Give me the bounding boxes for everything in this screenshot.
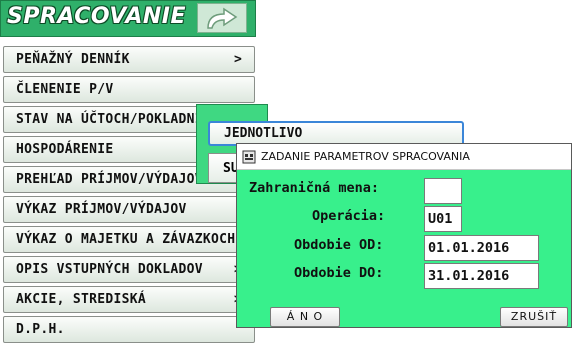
submenu-item-label: JEDNOTLIVO <box>224 126 303 141</box>
currency-field[interactable] <box>424 178 462 204</box>
app-window-icon <box>242 150 256 168</box>
arrow-right-icon[interactable] <box>197 3 247 33</box>
period-from-label: Obdobie OD: <box>294 237 384 253</box>
menu-item-opis-dokladov[interactable]: OPIS VSTUPNÝCH DOKLADOV > <box>3 256 255 283</box>
ok-button[interactable]: Á N O <box>270 307 340 327</box>
menu-item-label: VÝKAZ PRÍJMOV/VÝDAJOV <box>16 202 187 217</box>
app-header: SPRACOVANIE <box>0 0 256 37</box>
menu-item-vykaz-prijmov[interactable]: VÝKAZ PRÍJMOV/VÝDAJOV <box>3 196 255 223</box>
parameters-dialog: ZADANIE PARAMETROV SPRACOVANIA Zahraničn… <box>236 143 572 328</box>
menu-item-label: PREHĽAD PRÍJMOV/VÝDAJOV <box>16 172 203 187</box>
menu-item-clenenie[interactable]: ČLENENIE P/V <box>3 76 255 103</box>
operation-label: Operácia: <box>312 208 386 224</box>
operation-field[interactable]: U01 <box>424 206 462 232</box>
chevron-right-icon: > <box>234 52 243 67</box>
menu-item-label: ČLENENIE P/V <box>16 82 114 97</box>
dialog-titlebar[interactable]: ZADANIE PARAMETROV SPRACOVANIA <box>237 144 571 170</box>
page-title: SPRACOVANIE <box>7 4 187 29</box>
menu-item-label: AKCIE, STREDISKÁ <box>16 292 147 307</box>
period-to-label: Obdobie DO: <box>294 265 384 281</box>
menu-item-akcie-strediska[interactable]: AKCIE, STREDISKÁ > <box>3 286 255 313</box>
menu-item-penazny-dennik[interactable]: PEŇAŽNÝ DENNÍK > <box>3 46 255 73</box>
currency-label: Zahraničná mena: <box>249 180 380 196</box>
period-from-field[interactable]: 01.01.2016 <box>424 235 539 261</box>
dialog-title: ZADANIE PARAMETROV SPRACOVANIA <box>261 150 470 163</box>
menu-item-vykaz-o-majetku[interactable]: VÝKAZ O MAJETKU A ZÁVAZKOCH <box>3 226 255 253</box>
menu-item-label: VÝKAZ O MAJETKU A ZÁVAZKOCH <box>16 232 236 247</box>
menu-item-label: HOSPODÁRENIE <box>16 142 114 157</box>
menu-item-label: OPIS VSTUPNÝCH DOKLADOV <box>16 262 203 277</box>
menu-item-dph[interactable]: D.P.H. <box>3 316 255 343</box>
menu-item-label: D.P.H. <box>16 322 65 337</box>
cancel-button[interactable]: ZRUŠIŤ <box>500 307 568 327</box>
menu-item-label: PEŇAŽNÝ DENNÍK <box>16 52 130 67</box>
period-to-field[interactable]: 31.01.2016 <box>424 263 539 289</box>
